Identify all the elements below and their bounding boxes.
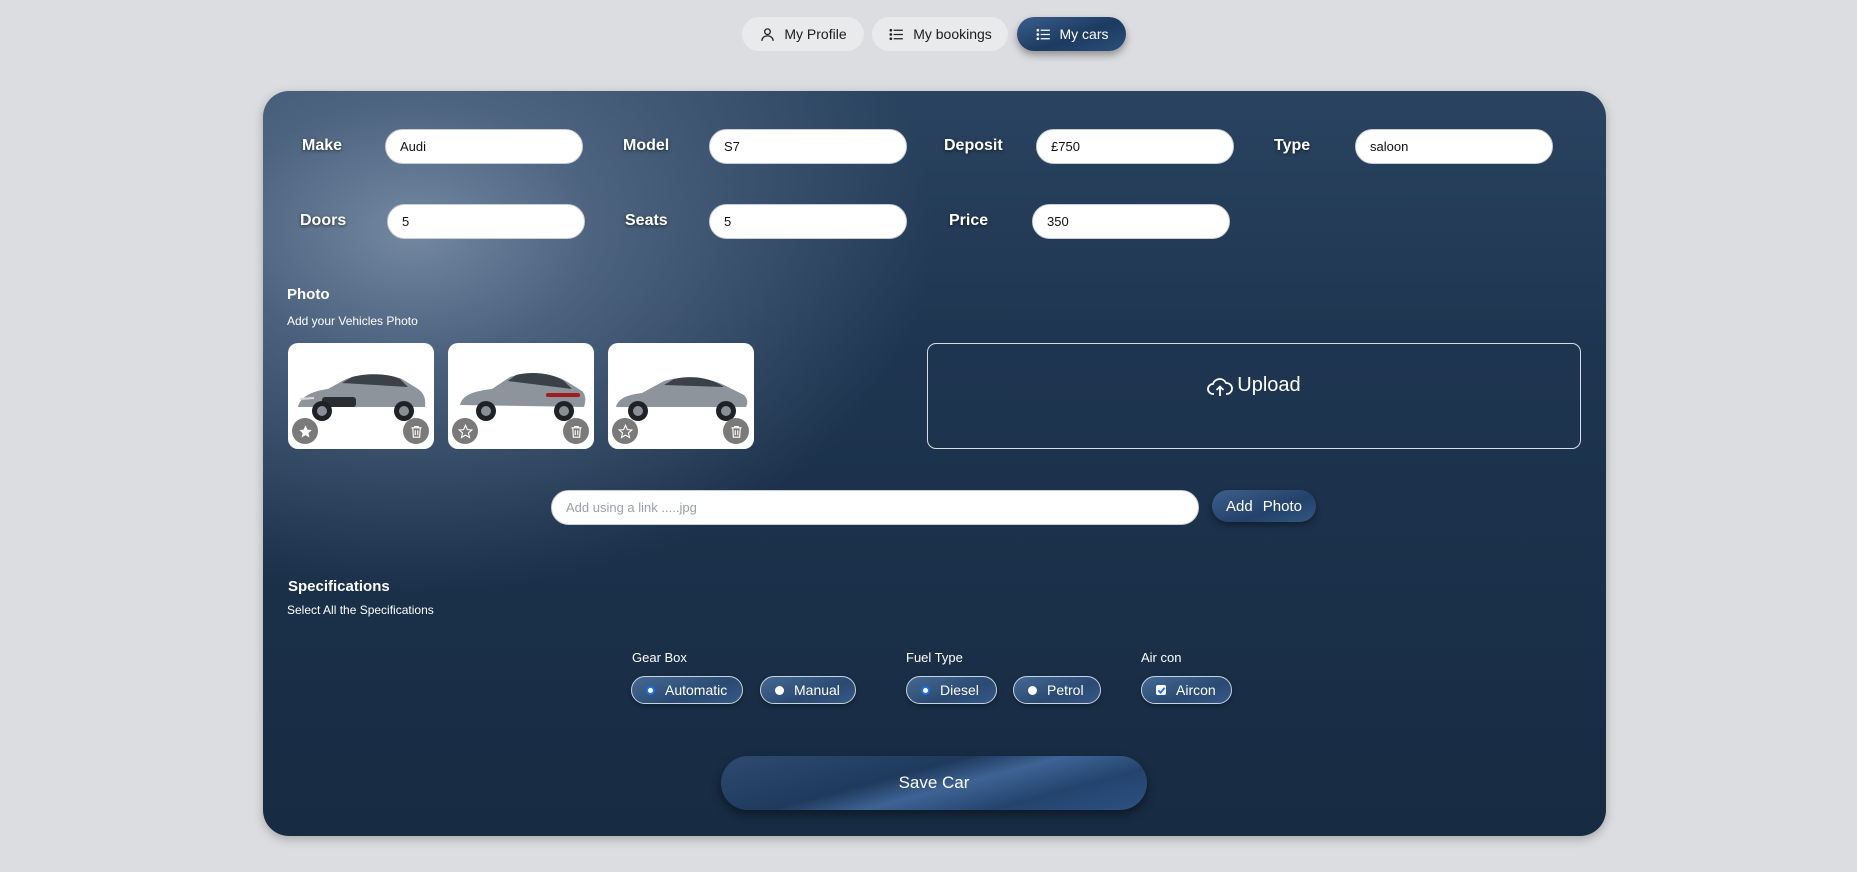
nav-my-profile[interactable]: My Profile xyxy=(742,17,864,51)
upload-label: Upload xyxy=(1237,374,1301,396)
list-icon xyxy=(1035,28,1050,40)
type-label: Type xyxy=(1274,137,1311,154)
star-icon xyxy=(457,423,473,439)
list-icon xyxy=(889,28,904,40)
nav-my-cars-label: My cars xyxy=(1059,26,1109,42)
radio-selected-icon xyxy=(646,685,655,695)
upload-dropzone[interactable]: Upload xyxy=(927,343,1581,449)
delete-photo-button[interactable] xyxy=(563,418,589,444)
trash-icon xyxy=(411,425,421,438)
add-photo-label-2: Photo xyxy=(1262,497,1302,515)
aircon-label: Air con xyxy=(1141,650,1182,665)
radio-icon xyxy=(1028,685,1037,695)
cloud-upload-icon xyxy=(1207,378,1234,396)
trash-icon xyxy=(571,425,581,438)
make-field[interactable] xyxy=(385,129,583,164)
photo-title: Photo xyxy=(287,286,330,303)
user-icon xyxy=(761,27,775,41)
top-nav: My Profile My bookings My cars xyxy=(0,17,1857,51)
fuel-diesel-option[interactable]: Diesel xyxy=(906,676,997,704)
save-car-label: Save Car xyxy=(898,773,970,792)
gearbox-manual-option[interactable]: Manual xyxy=(760,676,856,704)
star-filled-icon xyxy=(298,424,312,437)
favorite-button[interactable] xyxy=(452,418,478,444)
fuel-type-label: Fuel Type xyxy=(906,650,963,665)
diesel-label: Diesel xyxy=(940,682,979,698)
seats-label: Seats xyxy=(625,212,668,229)
model-label: Model xyxy=(623,137,670,154)
doors-label: Doors xyxy=(300,212,347,229)
favorite-button[interactable] xyxy=(292,418,318,444)
car-form-card: Make Model Deposit Type Doors Seats Pric… xyxy=(263,91,1606,836)
specifications-title: Specifications xyxy=(288,578,390,595)
photo-thumbnail[interactable] xyxy=(448,343,594,449)
gearbox-automatic-option[interactable]: Automatic xyxy=(631,676,743,704)
photo-thumbnail[interactable] xyxy=(288,343,434,449)
seats-field[interactable] xyxy=(709,204,907,239)
add-photo-button[interactable]: Add Photo xyxy=(1212,490,1316,522)
favorite-button[interactable] xyxy=(612,418,638,444)
checkbox-checked-icon xyxy=(1156,685,1166,695)
petrol-label: Petrol xyxy=(1047,682,1084,698)
radio-icon xyxy=(775,685,784,695)
price-label: Price xyxy=(949,212,989,229)
photo-thumbnail[interactable] xyxy=(608,343,754,449)
nav-my-bookings-label: My bookings xyxy=(913,26,992,42)
manual-label: Manual xyxy=(794,682,840,698)
fuel-petrol-option[interactable]: Petrol xyxy=(1013,676,1101,704)
deposit-field[interactable] xyxy=(1036,129,1234,164)
aircon-option[interactable]: Aircon xyxy=(1141,676,1232,704)
nav-my-cars[interactable]: My cars xyxy=(1017,17,1126,51)
gearbox-label: Gear Box xyxy=(632,650,687,665)
photo-link-input[interactable] xyxy=(551,490,1199,525)
automatic-label: Automatic xyxy=(665,682,728,698)
radio-selected-icon xyxy=(921,685,930,695)
trash-icon xyxy=(731,425,741,438)
make-label: Make xyxy=(302,137,343,154)
car-rear-image xyxy=(460,373,586,421)
nav-my-bookings[interactable]: My bookings xyxy=(872,17,1008,51)
deposit-label: Deposit xyxy=(944,137,1003,154)
doors-field[interactable] xyxy=(387,204,585,239)
type-field[interactable] xyxy=(1355,129,1553,164)
model-field[interactable] xyxy=(709,129,907,164)
car-side-image xyxy=(616,377,748,421)
car-front-image xyxy=(298,374,426,421)
delete-photo-button[interactable] xyxy=(403,418,429,444)
star-icon xyxy=(617,423,633,439)
price-field[interactable] xyxy=(1032,204,1230,239)
delete-photo-button[interactable] xyxy=(723,418,749,444)
aircon-option-label: Aircon xyxy=(1176,682,1216,698)
photo-subtitle: Add your Vehicles Photo xyxy=(287,314,418,328)
specifications-subtitle: Select All the Specifications xyxy=(287,603,434,617)
nav-my-profile-label: My Profile xyxy=(784,26,847,42)
add-photo-label-1: Add xyxy=(1226,497,1253,515)
save-car-button[interactable]: Save Car xyxy=(721,756,1147,810)
